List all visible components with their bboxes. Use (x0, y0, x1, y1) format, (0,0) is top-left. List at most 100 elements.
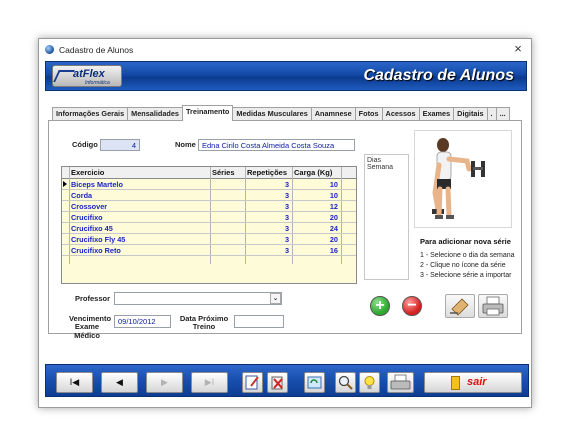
table-row[interactable]: Crucifixo Reto 3 16 (62, 245, 356, 256)
tab-acessos[interactable]: Acessos (381, 107, 420, 121)
table-row[interactable]: Crucifixo 3 20 (62, 212, 356, 223)
exit-label: sair (467, 376, 487, 388)
tab-informacoes-gerais[interactable]: Informações Gerais (52, 107, 129, 121)
col-exercicio[interactable]: Exercicio (71, 168, 104, 177)
tab-mensalidades[interactable]: Mensalidades (127, 107, 183, 121)
cell-exercicio: Crucifixo Fly 45 (71, 235, 126, 244)
table-row[interactable]: Biceps Martelo 3 10 (62, 179, 356, 190)
exercise-illustration (414, 130, 512, 228)
cell-repeticoes: 3 (284, 224, 289, 233)
cell-repeticoes: 3 (284, 235, 289, 244)
title-bar: Cadastro de Alunos × (39, 39, 531, 61)
cell-carga: 20 (329, 213, 338, 222)
delete-button[interactable] (267, 372, 288, 393)
window-title: Cadastro de Alunos (59, 45, 134, 55)
cell-exercicio: Biceps Martelo (71, 180, 123, 189)
cell-exercicio: Crucifixo 45 (71, 224, 113, 233)
eraser-icon (450, 298, 469, 316)
cell-carga: 12 (329, 202, 338, 211)
nome-field[interactable]: Edna Cirilo Costa Almeida Costa Souza (198, 139, 355, 151)
info-title: Para adicionar nova série (420, 237, 511, 246)
logo-swoosh-icon (53, 70, 75, 82)
logo-text: atFlex (73, 68, 105, 80)
tips-button[interactable] (359, 372, 380, 393)
tab-exames[interactable]: Exames (418, 107, 455, 121)
codigo-label: Código (72, 140, 98, 149)
first-record-button[interactable]: I◀ (56, 372, 93, 393)
lightbulb-icon (364, 376, 375, 389)
proximo-treino-label-2: Treino (192, 322, 216, 331)
print-button[interactable] (478, 294, 508, 318)
cell-carga: 20 (329, 235, 338, 244)
cell-exercicio: Crucifixo Reto (71, 246, 121, 255)
codigo-field[interactable]: 4 (100, 139, 140, 151)
cell-exercicio: Corda (71, 191, 93, 200)
edit-icon (245, 375, 259, 390)
search-button[interactable] (335, 372, 356, 393)
table-row[interactable]: Corda 3 10 (62, 190, 356, 201)
info-step-1: 1 - Selecione o dia da semana (420, 252, 515, 259)
dias-semana-list[interactable]: Dias Semana (364, 154, 409, 280)
prev-record-button[interactable]: ◀ (101, 372, 138, 393)
professor-label: Professor (75, 294, 111, 303)
cell-repeticoes: 3 (284, 213, 289, 222)
atflex-logo: atFlex Informática (52, 65, 122, 87)
info-step-3: 3 - Selecione série a importar (420, 272, 512, 279)
cell-repeticoes: 3 (284, 202, 289, 211)
refresh-icon (307, 376, 322, 389)
chevron-down-icon[interactable]: ⌄ (270, 293, 281, 304)
refresh-button[interactable] (304, 372, 325, 393)
info-step-2: 2 - Clique no ícone da série (420, 262, 506, 269)
cell-carga: 24 (329, 224, 338, 233)
professor-select[interactable] (114, 292, 282, 305)
edit-button[interactable] (242, 372, 263, 393)
table-row[interactable]: Crucifixo 45 3 24 (62, 223, 356, 234)
cell-carga: 10 (329, 191, 338, 200)
cell-exercicio: Crossover (71, 202, 108, 211)
add-series-button[interactable]: + (370, 296, 390, 316)
col-repeticoes[interactable]: Repetições (247, 168, 287, 177)
tab-anamnese[interactable]: Anamnese (310, 107, 356, 121)
cell-carga: 10 (329, 180, 338, 189)
col-carga[interactable]: Carga (Kg) (294, 168, 332, 177)
last-record-button[interactable]: ▶I (191, 372, 228, 393)
navigation-toolbar: I◀ ◀ ▶ ▶I sair (45, 364, 529, 397)
proximo-treino-field[interactable] (234, 315, 284, 328)
dumbbell-athlete-icon (432, 138, 485, 219)
cell-exercicio: Crucifixo (71, 213, 103, 222)
printer-icon (482, 296, 504, 316)
vencimento-label-2: Exame Médico (74, 322, 100, 340)
app-icon (45, 45, 54, 54)
col-series[interactable]: Séries (212, 168, 235, 177)
cell-repeticoes: 3 (284, 191, 289, 200)
door-icon (451, 376, 460, 390)
close-icon[interactable]: × (511, 41, 525, 56)
exercicios-grid[interactable]: Exercicio Séries Repetições Carga (Kg) B… (61, 166, 357, 284)
tab-treinamento[interactable]: Treinamento (182, 105, 234, 121)
clear-button[interactable] (445, 294, 475, 318)
next-record-button[interactable]: ▶ (146, 372, 183, 393)
vencimento-field[interactable]: 09/10/2012 (114, 315, 171, 328)
banner-title: Cadastro de Alunos (363, 67, 514, 84)
header-banner: atFlex Informática Cadastro de Alunos (45, 61, 527, 91)
tab-digitais[interactable]: Digitais (453, 107, 488, 121)
cell-repeticoes: 3 (284, 180, 289, 189)
cell-repeticoes: 3 (284, 246, 289, 255)
tab-medidas-musculares[interactable]: Medidas Musculares (232, 107, 312, 121)
remove-series-button[interactable]: − (402, 296, 422, 316)
print-report-button[interactable] (387, 372, 414, 393)
dias-semana-label: Dias Semana (367, 157, 394, 171)
printer-icon (390, 374, 411, 390)
cell-carga: 16 (329, 246, 338, 255)
row-pointer-icon (63, 181, 67, 187)
table-row[interactable]: Crossover 3 12 (62, 201, 356, 212)
tab-more[interactable]: ... (495, 107, 510, 121)
tab-strip: Informações Gerais Mensalidades Treiname… (52, 105, 510, 121)
delete-icon (271, 376, 283, 390)
table-row[interactable]: Crucifixo Fly 45 3 20 (62, 234, 356, 245)
exit-button[interactable]: sair (424, 372, 522, 393)
tab-fotos[interactable]: Fotos (354, 107, 383, 121)
logo-subtext: Informática (85, 80, 110, 86)
nome-label: Nome (175, 140, 196, 149)
search-icon (338, 375, 353, 390)
